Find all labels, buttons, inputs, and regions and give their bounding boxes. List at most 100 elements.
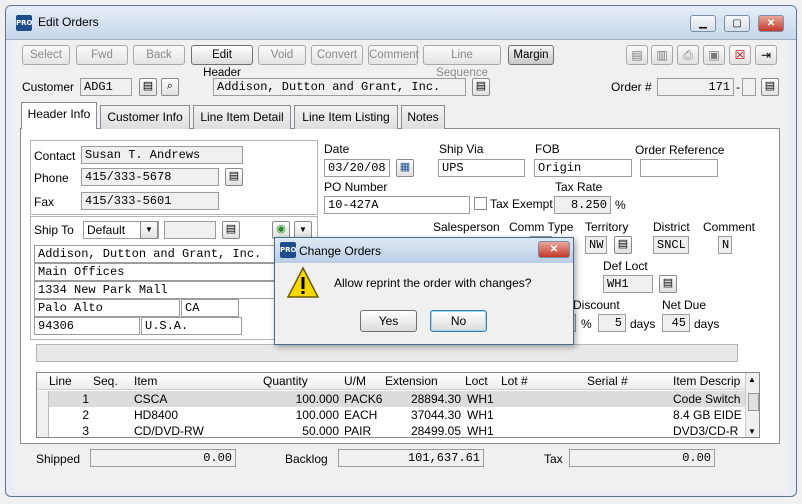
dialog-close-button[interactable]: ✕ [538, 241, 570, 258]
ship-to-address1[interactable]: Addison, Dutton and Grant, Inc. [34, 245, 284, 263]
date-field[interactable]: 03/20/08 [324, 159, 390, 177]
tax-rate-field[interactable]: 8.250 [554, 196, 611, 214]
net-due-field[interactable]: 45 [662, 314, 690, 332]
customer-code-field[interactable]: ADG1 [80, 78, 132, 96]
col-item[interactable]: Item [134, 373, 157, 390]
ship-to-memo-icon[interactable]: ▤ [222, 221, 240, 239]
fob-label: FOB [535, 142, 560, 156]
cell-quantity: 100.000 [295, 408, 339, 422]
ship-to-country[interactable]: U.S.A. [141, 317, 242, 335]
ship-via-field[interactable]: UPS [438, 159, 525, 177]
phone-field[interactable]: 415/333-5678 [81, 168, 219, 186]
margin-button[interactable]: Margin [508, 45, 554, 65]
col-seq[interactable]: Seq. [93, 373, 118, 390]
row-selector[interactable] [37, 423, 49, 437]
void-button[interactable]: Void [258, 45, 306, 65]
save-icon[interactable]: ▣ [703, 45, 725, 65]
col-quantity[interactable]: Quantity [263, 373, 308, 390]
no-button[interactable]: No [430, 310, 487, 332]
tab-line-item-listing[interactable]: Line Item Listing [294, 105, 398, 129]
col-serial[interactable]: Serial # [587, 373, 628, 390]
col-line[interactable]: Line [49, 373, 72, 390]
cell-loct: WH1 [467, 392, 494, 406]
grid-scrollbar[interactable]: ▲ ▼ [745, 373, 759, 437]
copy-icon[interactable]: ▤ [626, 45, 648, 65]
cell-extension: 28499.05 [410, 424, 461, 438]
col-extension[interactable]: Extension [385, 373, 438, 390]
col-um[interactable]: U/M [344, 373, 366, 390]
table-row[interactable]: 2 HD8400 100.000 EACH 37044.30 WH1 8.4 G… [37, 407, 745, 423]
tab-header-info[interactable]: Header Info [21, 102, 97, 129]
order-reference-field[interactable] [640, 159, 718, 177]
chevron-down-icon[interactable]: ▼ [140, 221, 158, 239]
delete-icon[interactable]: ☒ [729, 45, 751, 65]
customer-lookup-icon[interactable]: ▤ [139, 78, 157, 96]
discount-days-field[interactable]: 5 [598, 314, 626, 332]
scroll-up-icon[interactable]: ▲ [748, 375, 756, 384]
tax-exempt-label: Tax Exempt [490, 197, 553, 211]
order-number-field[interactable]: 171 [657, 78, 734, 96]
calendar-icon[interactable]: ▦ [396, 159, 414, 177]
po-number-field[interactable]: 10-427A [324, 196, 470, 214]
table-row[interactable]: 3 CD/DVD-RW 50.000 PAIR 28499.05 WH1 DVD… [37, 423, 745, 438]
discount-days-label: days [630, 317, 656, 331]
close-window-button[interactable]: ✕ [758, 15, 784, 32]
cell-loct: WH1 [467, 408, 494, 422]
comment-button[interactable]: Comment [368, 45, 419, 65]
convert-button[interactable]: Convert [311, 45, 363, 65]
select-button[interactable]: Select [22, 45, 70, 65]
district-field[interactable]: SNCL [653, 236, 689, 254]
back-button[interactable]: Back [133, 45, 185, 65]
dialog-title: Change Orders [299, 244, 382, 258]
col-item-description[interactable]: Item Descrip [673, 373, 743, 390]
ship-to-address3[interactable]: 1334 New Park Mall [34, 281, 284, 299]
ship-to-zip[interactable]: 94306 [34, 317, 140, 335]
contact-field[interactable]: Susan T. Andrews [81, 146, 243, 164]
territory-lookup-icon[interactable]: ▤ [614, 236, 632, 254]
table-row[interactable]: 1 CSCA 100.000 PACK6 28894.30 WH1 Code S… [37, 391, 745, 407]
territory-field[interactable]: NW [585, 236, 607, 254]
scroll-down-icon[interactable]: ▼ [748, 427, 756, 436]
tab-line-item-detail[interactable]: Line Item Detail [193, 105, 291, 129]
ship-to-city[interactable]: Palo Alto [34, 299, 180, 317]
row-selector[interactable] [37, 407, 49, 423]
exit-icon[interactable]: ⇥ [755, 45, 777, 65]
cell-line: 3 [82, 424, 89, 438]
tax-exempt-checkbox[interactable] [474, 197, 487, 210]
edit-header-button[interactable]: Edit Header [191, 45, 253, 79]
def-loct-lookup-icon[interactable]: ▤ [659, 275, 677, 293]
yes-button[interactable]: Yes [360, 310, 417, 332]
territory-label: Territory [585, 220, 629, 234]
dialog-app-icon: PRO [280, 242, 296, 258]
app-icon: PRO [16, 15, 32, 31]
ship-to-code-field[interactable] [164, 221, 216, 239]
tab-customer-info[interactable]: Customer Info [100, 105, 190, 129]
ship-to-state[interactable]: CA [181, 299, 239, 317]
ship-to-address2[interactable]: Main Offices [34, 263, 284, 281]
backlog-label: Backlog [285, 452, 328, 466]
order-memo-icon[interactable]: ▤ [761, 78, 779, 96]
customer-memo-icon[interactable]: ▤ [472, 78, 490, 96]
print-icon[interactable]: ⎙ [677, 45, 699, 65]
net-due-days-label: days [694, 317, 720, 331]
fax-field[interactable]: 415/333-5601 [81, 192, 219, 210]
fwd-button[interactable]: Fwd [76, 45, 128, 65]
maximize-button[interactable]: ▢ [724, 15, 750, 32]
fob-field[interactable]: Origin [534, 159, 632, 177]
col-lot[interactable]: Lot # [501, 373, 528, 390]
title-bar[interactable] [6, 6, 796, 40]
paste-icon[interactable]: ▥ [651, 45, 673, 65]
customer-search-icon[interactable]: ⌕ [161, 78, 179, 96]
row-selector[interactable] [37, 391, 49, 407]
phone-icon[interactable]: ▤ [225, 168, 243, 186]
comment-field[interactable]: N [718, 236, 732, 254]
line-sequence-button[interactable]: Line Sequence [423, 45, 501, 79]
line-items-grid[interactable]: Line Seq. Item Quantity U/M Extension Lo… [36, 372, 760, 438]
contact-label: Contact [34, 149, 76, 163]
def-loct-field[interactable]: WH1 [603, 275, 653, 293]
order-suffix-field[interactable] [742, 78, 756, 96]
scroll-thumb[interactable] [748, 393, 759, 411]
col-loct[interactable]: Loct [465, 373, 488, 390]
minimize-button[interactable]: ▁ [690, 15, 716, 32]
tab-notes[interactable]: Notes [401, 105, 445, 129]
